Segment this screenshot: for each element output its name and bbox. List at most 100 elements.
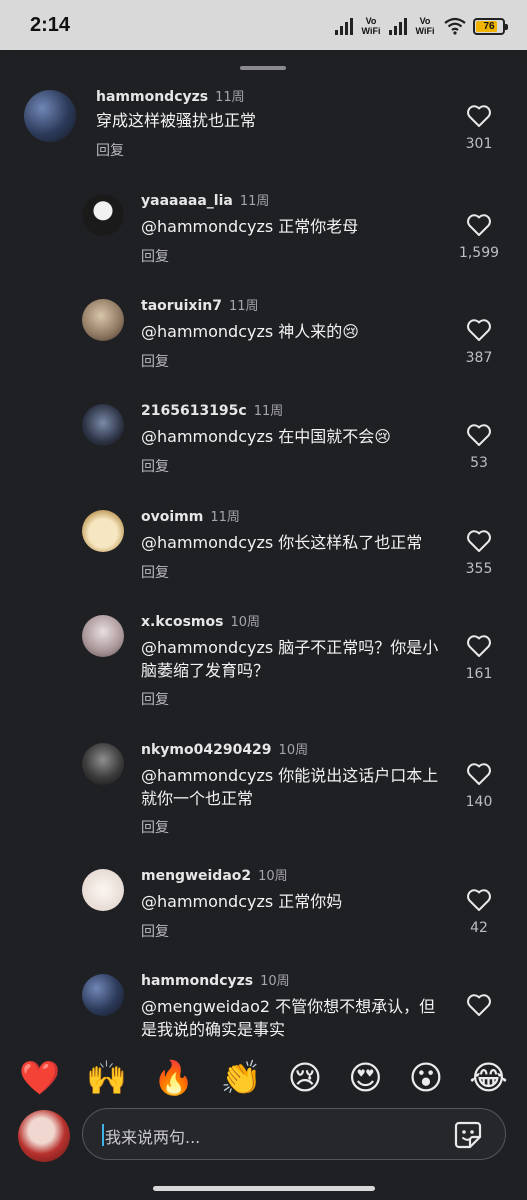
battery-icon: 76 [473,17,508,35]
reply-button[interactable]: 回复 [141,246,169,266]
home-indicator[interactable] [153,1186,375,1191]
comment-text: @hammondcyzs 你能说出这话户口本上就你一个也正常 [141,766,439,808]
username-text[interactable]: ovoimm [141,509,203,525]
username[interactable]: taoruixin7 11周 [141,295,259,314]
reply-button[interactable]: 回复 [141,689,169,709]
like-count: 53 [470,455,488,471]
like-button[interactable] [449,993,509,1017]
like-button[interactable]: 1,599 [449,213,509,261]
avatar[interactable] [82,615,124,657]
reply-button[interactable]: 回复 [141,562,169,582]
emoji-surprised[interactable]: 😮 [409,1058,443,1098]
avatar[interactable] [24,90,76,142]
vowifi-indicator-1: Vo WiFi [361,16,381,36]
comment-text: @hammondcyzs 在中国就不会😢 [141,427,391,446]
heart-outline-icon[interactable] [466,318,492,342]
emoji-laughing[interactable]: 😂 [469,1058,508,1098]
comment-reply-item: ovoimm 11周 @hammondcyzs 你长这样私了也正常 回复 355 [0,506,527,596]
comment-input[interactable]: 我来说两句... [82,1108,506,1160]
emoji-fire[interactable]: 🔥 [153,1058,194,1098]
comment-time: 10周 [258,869,288,884]
heart-outline-icon[interactable] [466,213,492,237]
status-bar: 2:14 Vo WiFi Vo WiFi 76 [0,0,527,50]
reply-button[interactable]: 回复 [96,140,124,160]
username-text[interactable]: x.kcosmos [141,614,223,630]
emoji-heart[interactable]: ❤️ [19,1058,60,1098]
comment-reply-item: x.kcosmos 10周 @hammondcyzs 脑子不正常吗？你是小脑萎缩了… [0,611,527,726]
reply-button[interactable]: 回复 [141,351,169,371]
like-button[interactable]: 387 [449,318,509,366]
reply-button[interactable]: 回复 [141,817,169,837]
self-avatar [18,1110,70,1162]
heart-outline-icon[interactable] [466,529,492,553]
username[interactable]: ovoimm 11周 [141,506,240,525]
avatar[interactable] [82,510,124,552]
status-time: 2:14 [30,14,71,36]
battery-level: 76 [483,20,495,32]
comment-text: @hammondcyzs 正常你妈 [141,892,343,911]
reply-button[interactable]: 回复 [141,921,169,941]
avatar[interactable] [82,869,124,911]
username[interactable]: hammondcyzs 10周 [141,970,290,989]
avatar[interactable] [82,974,124,1016]
comment-reply-item: hammondcyzs 10周 @mengweidao2 不管你想不想承认，但是我… [0,970,527,1050]
like-count: 42 [470,920,488,936]
comment-time: 11周 [239,194,270,209]
username-text[interactable]: mengweidao2 [141,868,251,884]
heart-outline-icon[interactable] [466,104,492,128]
sticker-icon[interactable] [453,1120,483,1150]
comment-item: hammondcyzs 11周 穿成这样被骚扰也正常 回复 301 [0,84,527,174]
emoji-clap[interactable]: 👏 [221,1058,262,1098]
avatar[interactable] [82,194,124,236]
drag-handle[interactable] [240,66,286,70]
comment-text: @hammondcyzs 你长这样私了也正常 [141,533,423,552]
comment-text: @hammondcyzs 正常你老母 [141,217,359,236]
like-count: 387 [465,350,493,366]
comment-text: @hammondcyzs 脑子不正常吗？你是小脑萎缩了发育吗？ [141,638,439,680]
emoji-heart-eyes[interactable]: 😍 [348,1058,382,1098]
username[interactable]: nkymo04290429 10周 [141,739,308,758]
heart-outline-icon[interactable] [466,634,492,658]
emoji-crying[interactable]: 😢 [288,1058,322,1098]
comment-time: 11周 [228,299,259,314]
heart-outline-icon[interactable] [466,993,492,1017]
like-count: 355 [465,561,493,577]
heart-outline-icon[interactable] [466,762,492,786]
username-text[interactable]: nkymo04290429 [141,742,272,758]
username-text[interactable]: taoruixin7 [141,298,222,314]
like-button[interactable]: 355 [449,529,509,577]
comment-time: 10周 [260,974,290,989]
comment-text: @hammondcyzs 神人来的😢 [141,322,359,341]
like-button[interactable]: 161 [449,634,509,682]
reply-button[interactable]: 回复 [141,456,169,476]
like-button[interactable]: 42 [449,888,509,936]
like-button[interactable]: 53 [449,423,509,471]
avatar[interactable] [82,299,124,341]
username[interactable]: yaaaaaa_lia 11周 [141,190,269,209]
username[interactable]: x.kcosmos 10周 [141,611,260,630]
avatar[interactable] [82,404,124,446]
text-caret [102,1124,104,1146]
username[interactable]: hammondcyzs 11周 [96,86,245,105]
username-text[interactable]: yaaaaaa_lia [141,193,233,209]
username[interactable]: 2165613195c 11周 [141,400,283,419]
comments-sheet: hammondcyzs 11周 穿成这样被骚扰也正常 回复 301 yaaaaaa… [0,50,527,1200]
comment-text: @mengweidao2 不管你想不想承认，但是我说的确实是事实 [141,997,436,1039]
avatar[interactable] [82,743,124,785]
signal-icon-2 [389,17,407,35]
like-count: 161 [465,666,493,682]
username-text[interactable]: hammondcyzs [141,973,253,989]
like-count: 140 [465,794,493,810]
comment-time: 10周 [230,615,260,630]
username[interactable]: mengweidao2 10周 [141,865,288,884]
username-text[interactable]: 2165613195c [141,403,247,419]
like-button[interactable]: 301 [449,104,509,152]
wifi-icon [444,17,466,35]
like-button[interactable]: 140 [449,762,509,810]
comment-input-bar: 我来说两句... [0,1100,527,1200]
heart-outline-icon[interactable] [466,423,492,447]
username-text[interactable]: hammondcyzs [96,89,208,105]
heart-outline-icon[interactable] [466,888,492,912]
like-count: 1,599 [458,245,500,261]
emoji-raised-hands[interactable]: 🙌 [86,1058,127,1098]
